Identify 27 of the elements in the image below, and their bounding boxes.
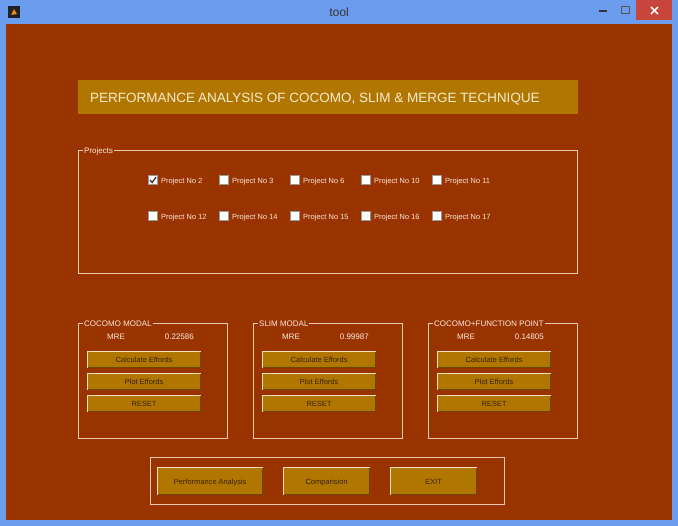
mre-label: MRE — [107, 332, 125, 341]
panel-title: COCOMO MODAL — [83, 319, 153, 328]
checkbox-icon[interactable] — [290, 175, 300, 185]
checkbox-icon[interactable] — [361, 175, 371, 185]
app-icon — [8, 6, 20, 18]
window-title: tool — [329, 5, 349, 19]
mre-label: MRE — [457, 332, 475, 341]
checkbox-icon[interactable] — [361, 211, 371, 221]
maximize-icon — [620, 6, 630, 14]
panel-title: Projects — [83, 146, 114, 155]
checkbox-icon[interactable] — [148, 175, 158, 185]
mre-value: 0.99987 — [340, 332, 369, 341]
mre-label: MRE — [282, 332, 300, 341]
checkbox-icon[interactable] — [219, 211, 229, 221]
checkbox-icon[interactable] — [290, 211, 300, 221]
close-button[interactable] — [636, 0, 672, 20]
panel-title: SLIM MODAL — [258, 319, 310, 328]
checkbox-icon[interactable] — [432, 175, 442, 185]
checkbox-icon[interactable] — [432, 211, 442, 221]
mre-value: 0.14805 — [514, 332, 544, 341]
mre-value: 0.22586 — [164, 332, 194, 341]
close-icon — [650, 6, 658, 14]
panel-title: COCOMO+FUNCTION POINT — [433, 319, 545, 328]
minimize-icon — [599, 8, 607, 12]
checkbox-icon[interactable] — [148, 211, 158, 221]
checkbox-icon[interactable] — [219, 175, 229, 185]
heading-banner: PERFORMANCE ANALYSIS OF COCOMO, SLIM & MERGE TECHNIQUE — [78, 80, 578, 114]
